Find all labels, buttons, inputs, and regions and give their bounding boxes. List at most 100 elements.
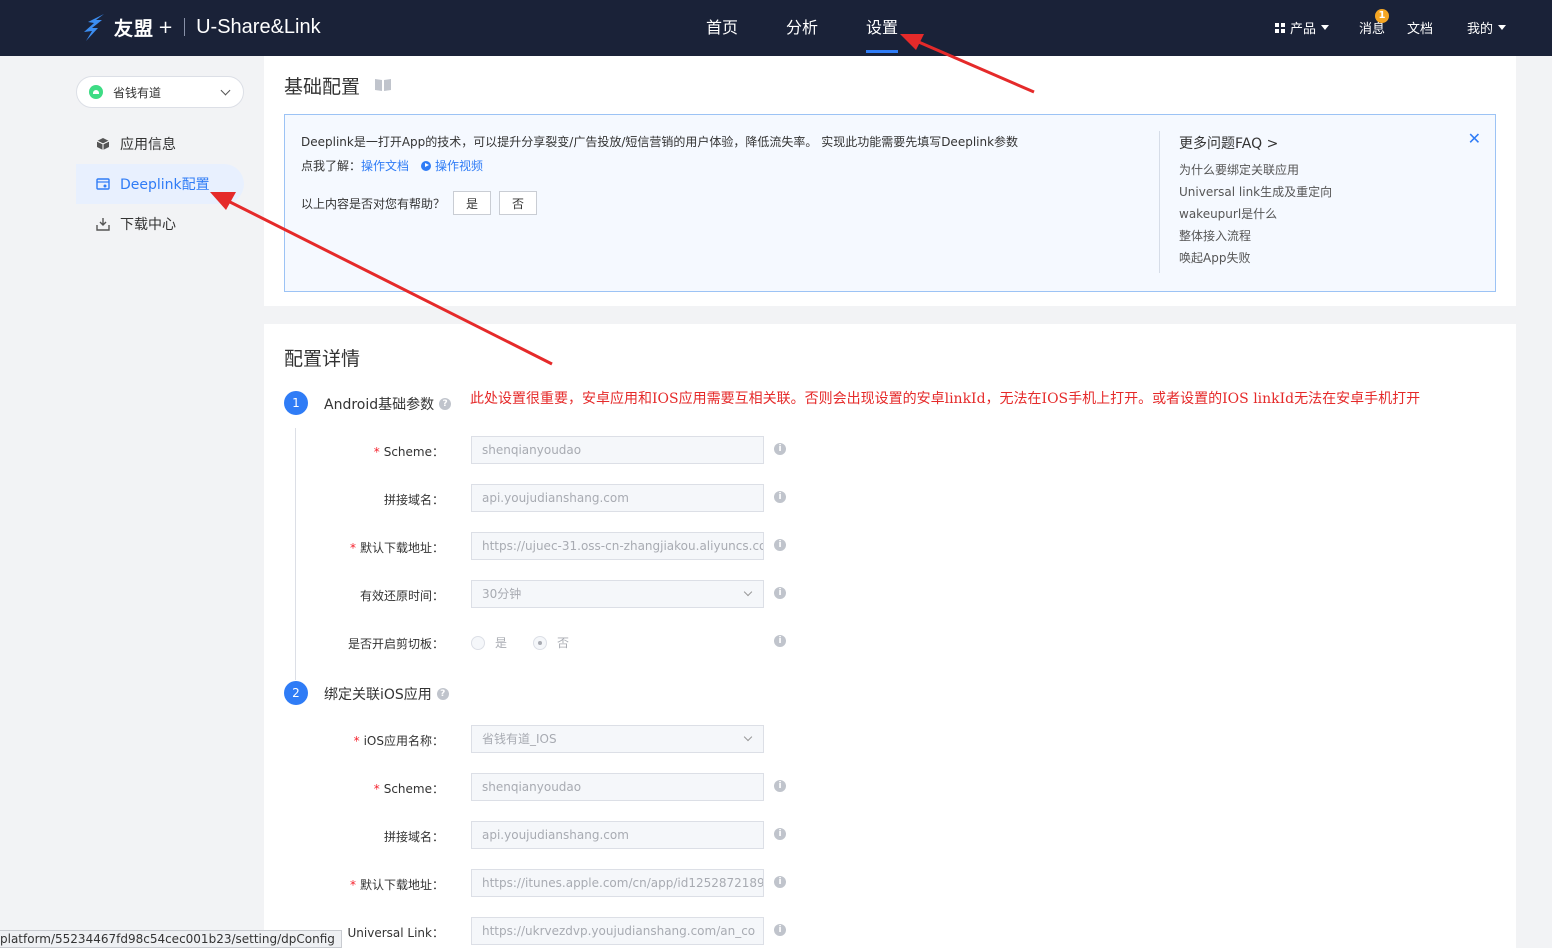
message-count-badge: 1	[1375, 9, 1389, 23]
cube-icon	[96, 138, 110, 150]
faq-item[interactable]: 为什么要绑定关联应用	[1179, 159, 1332, 181]
sidebar-item-deeplink[interactable]: Deeplink配置	[76, 164, 244, 204]
info-icon[interactable]: i	[774, 924, 786, 936]
info-icon[interactable]: i	[774, 491, 786, 503]
umeng-bird-icon	[84, 14, 104, 41]
brand-plus: +	[158, 16, 174, 38]
info-icon[interactable]: i	[774, 443, 786, 455]
restore-time-select[interactable]: 30分钟	[471, 580, 764, 608]
info-icon[interactable]: i	[774, 876, 786, 888]
help-icon[interactable]: ?	[439, 398, 452, 410]
clipboard-no-radio[interactable]	[533, 635, 548, 650]
products-label: 产品	[1290, 22, 1317, 37]
logo-divider	[184, 18, 186, 36]
book-icon[interactable]	[374, 78, 392, 92]
basic-config-card: 基础配置 Deeplink是一打开App的技术，可以提升分享裂变/广告投放/短信…	[264, 56, 1516, 306]
product-name: U-Share&Link	[196, 15, 321, 38]
nav-settings[interactable]: 设置	[866, 0, 899, 56]
ios-app-label: * iOS应用名称：	[353, 734, 444, 748]
faq-divider	[1159, 131, 1160, 273]
faq-item[interactable]: 整体接入流程	[1179, 225, 1332, 247]
domain-label: 拼接域名：	[383, 830, 444, 844]
close-icon[interactable]: ✕	[1468, 129, 1481, 148]
step-number-2: 2	[284, 681, 308, 705]
info-icon[interactable]: i	[774, 828, 786, 840]
ios-download-url-input[interactable]: https://itunes.apple.com/cn/app/id125287…	[471, 869, 764, 897]
info-icon[interactable]: i	[774, 780, 786, 792]
messages-link[interactable]: 消息 1	[1359, 9, 1389, 37]
apps-grid-icon	[1275, 22, 1285, 33]
android-icon	[89, 85, 103, 99]
user-menu[interactable]: 我的	[1467, 18, 1507, 37]
chevron-down-icon	[743, 587, 753, 597]
annotation-note: 此处设置很重要，安卓应用和IOS应用需要互相关联。否则会出现设置的安卓linkI…	[470, 391, 1421, 407]
link-config-icon	[96, 178, 110, 190]
play-icon	[421, 160, 432, 171]
info-icon[interactable]: i	[774, 635, 786, 647]
domain-label: 拼接域名：	[383, 493, 444, 507]
sidebar: 省钱有道 应用信息 Deeplink配置 下载中心	[0, 56, 262, 948]
video-link[interactable]: 操作视频	[435, 157, 483, 174]
radio-label: 是	[495, 636, 508, 650]
step-number-1: 1	[284, 391, 308, 415]
sidebar-item-label: 应用信息	[120, 137, 176, 153]
ios-domain-input[interactable]: api.youjudianshang.com	[471, 821, 764, 849]
scheme-label: * Scheme：	[373, 782, 444, 796]
radio-label: 否	[557, 636, 570, 650]
deeplink-info-box: Deeplink是一打开App的技术，可以提升分享裂变/广告投放/短信营销的用户…	[284, 114, 1496, 292]
faq-title-link[interactable]: 更多问题FAQ >	[1179, 133, 1332, 153]
config-details-card: 配置详情 1 Android基础参数 ? * Scheme： shenqianyo…	[264, 324, 1516, 948]
sidebar-item-label: 下载中心	[120, 217, 176, 233]
universal-link-input[interactable]: https://ukrvezdvp.youjudianshang.com/an_…	[471, 917, 764, 945]
nav-analysis[interactable]: 分析	[786, 0, 818, 56]
top-navbar: 友盟 + U-Share&Link 首页 分析 设置 产品 消息 1 文档 我的	[0, 0, 1552, 56]
help-icon[interactable]: ?	[436, 688, 449, 700]
faq-panel: 更多问题FAQ > 为什么要绑定关联应用 Universal link生成及重定…	[1179, 133, 1332, 269]
chevron-down-icon	[220, 85, 231, 96]
products-menu[interactable]: 产品	[1275, 18, 1330, 37]
sidebar-item-app-info[interactable]: 应用信息	[76, 124, 244, 164]
docs-link[interactable]: 文档	[1407, 18, 1433, 37]
chevron-down-icon	[743, 732, 753, 742]
docs-label: 文档	[1407, 22, 1434, 37]
faq-item[interactable]: Universal link生成及重定向	[1179, 181, 1332, 203]
clipboard-yes-radio[interactable]	[471, 635, 485, 650]
helpful-question: 以上内容是否对您有帮助？	[301, 196, 446, 211]
helpful-feedback: 以上内容是否对您有帮助？ 是 否	[301, 191, 538, 215]
user-menu-label: 我的	[1467, 22, 1494, 37]
clipboard-radio-group: 是 否	[471, 634, 569, 651]
scheme-label: * Scheme：	[373, 445, 444, 459]
android-scheme-input[interactable]: shenqianyoudao	[471, 436, 764, 464]
status-url: platform/55234467fd98c54cec001b23/settin…	[0, 930, 342, 948]
umeng-logo[interactable]: 友盟 + U-Share&Link	[80, 11, 321, 43]
download-icon	[96, 218, 110, 231]
ios-scheme-input[interactable]: shenqianyoudao	[471, 773, 764, 801]
android-domain-input[interactable]: api.youjudianshang.com	[471, 484, 764, 512]
caret-down-icon	[1498, 25, 1507, 30]
helpful-no-button[interactable]: 否	[499, 191, 538, 215]
section-title: 配置详情	[284, 348, 361, 370]
faq-item[interactable]: wakeupurl是什么	[1179, 203, 1332, 225]
brand-name: 友盟	[114, 17, 155, 40]
step-title-android: Android基础参数 ?	[324, 394, 452, 414]
faq-item[interactable]: 唤起App失败	[1179, 247, 1332, 269]
download-url-label: * 默认下载地址：	[349, 878, 444, 892]
step-title-text: Android基础参数	[324, 397, 435, 413]
ios-app-select[interactable]: 省钱有道_IOS	[471, 725, 764, 753]
nav-home[interactable]: 首页	[706, 0, 738, 56]
info-icon[interactable]: i	[774, 539, 786, 551]
sidebar-item-download-center[interactable]: 下载中心	[76, 204, 244, 244]
helpful-yes-button[interactable]: 是	[453, 191, 492, 215]
main-nav: 首页 分析 设置	[706, 0, 946, 56]
deeplink-description: Deeplink是一打开App的技术，可以提升分享裂变/广告投放/短信营销的用户…	[301, 135, 1019, 149]
app-selector[interactable]: 省钱有道	[76, 76, 244, 108]
step-title-text: 绑定关联iOS应用	[324, 687, 432, 703]
learn-prefix: 点我了解：	[301, 159, 362, 173]
info-icon[interactable]: i	[774, 587, 786, 599]
download-url-label: * 默认下载地址：	[349, 541, 444, 555]
doc-link[interactable]: 操作文档	[361, 157, 409, 174]
app-selector-value: 省钱有道	[113, 85, 162, 100]
sidebar-item-label: Deeplink配置	[120, 177, 210, 193]
android-download-url-input[interactable]: https://ujuec-31.oss-cn-zhangjiakou.aliy…	[471, 532, 764, 560]
section-title: 基础配置	[284, 76, 361, 98]
